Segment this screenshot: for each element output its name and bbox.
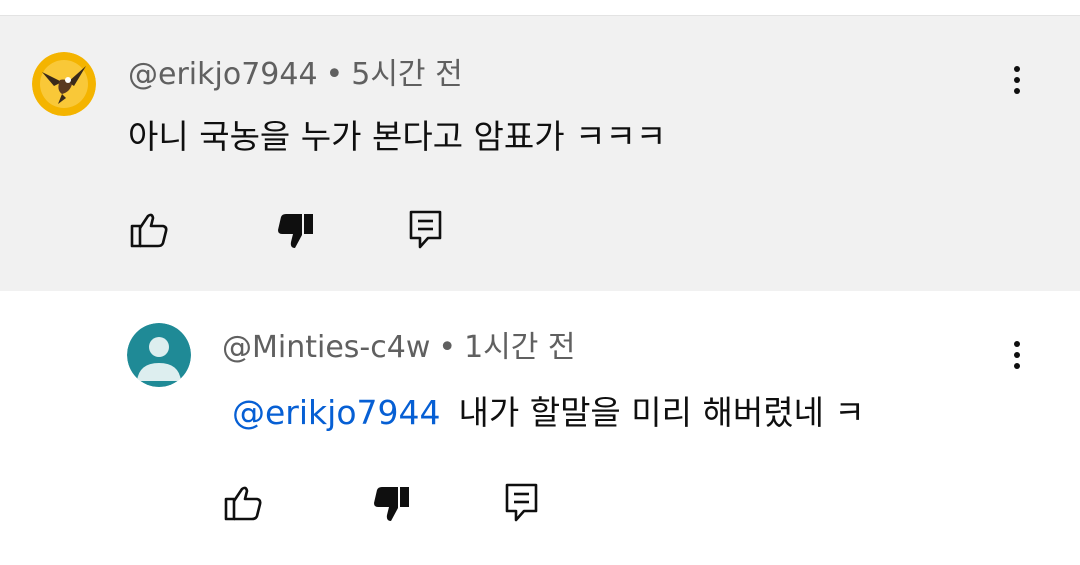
reply-comment-icon[interactable] [406, 208, 450, 252]
top-divider [0, 0, 1080, 16]
reply-meta: @Minties-c4w • 1시간 전 [222, 333, 576, 363]
reply-text: @erikjo7944 내가 할말을 미리 해버렸네 ㅋ [232, 396, 865, 429]
reply-item[interactable]: @Minties-c4w • 1시간 전 @erikjo7944 내가 할말을 미리 … [0, 291, 1080, 565]
comment-time[interactable]: 5시간 전 [351, 57, 462, 92]
comment-text: 아니 국농을 누가 본다고 암표가 ㅋㅋㅋ [128, 117, 667, 156]
thumbs-up-icon[interactable] [128, 208, 172, 252]
thumbs-down-icon[interactable] [370, 483, 414, 527]
meta-separator: • [325, 57, 344, 92]
comment-username[interactable]: @erikjo7944 [128, 57, 318, 92]
reply-text-content: 내가 할말을 미리 해버렸네 ㅋ [458, 393, 865, 432]
eagle-avatar[interactable] [32, 52, 96, 116]
meta-separator: • [438, 330, 457, 365]
thumbs-up-icon[interactable] [222, 481, 266, 525]
comment-item[interactable]: @erikjo7944 • 5시간 전 아니 국농을 누가 본다고 암표가 ㅋㅋㅋ [0, 16, 1080, 291]
more-vert-icon[interactable] [1002, 60, 1032, 100]
thumbs-down-icon[interactable] [274, 210, 318, 254]
mention-link[interactable]: @erikjo7944 [232, 393, 441, 432]
comment-meta: @erikjo7944 • 5시간 전 [128, 60, 463, 90]
reply-time[interactable]: 1시간 전 [464, 330, 575, 365]
reply-comment-icon[interactable] [502, 481, 546, 525]
more-vert-icon[interactable] [1002, 335, 1032, 375]
reply-username[interactable]: @Minties-c4w [222, 330, 430, 365]
comments-screen: @erikjo7944 • 5시간 전 아니 국농을 누가 본다고 암표가 ㅋㅋㅋ [0, 0, 1080, 565]
default-person-avatar[interactable] [127, 323, 191, 387]
